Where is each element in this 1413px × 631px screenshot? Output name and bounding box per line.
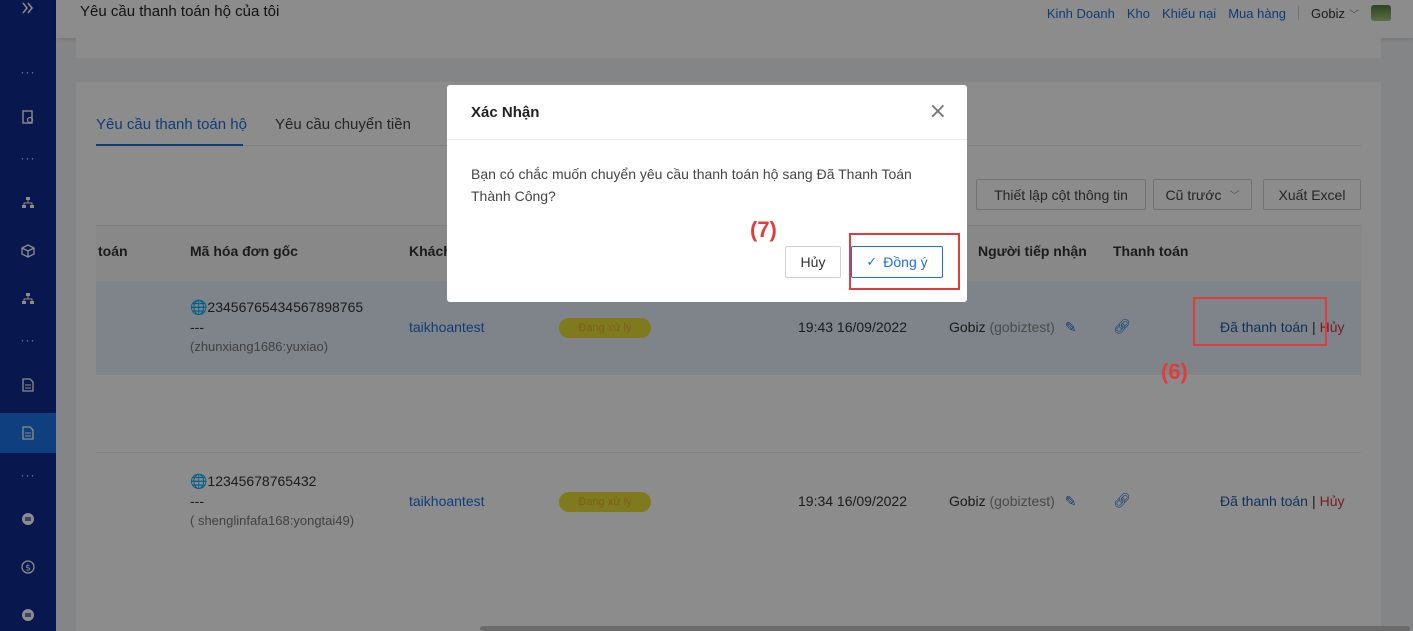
annotation-box-step6 (1193, 297, 1327, 346)
annotation-label-step6: (6) (1161, 359, 1188, 384)
close-icon[interactable]: × (929, 101, 947, 123)
annotation-label-step7: (7) (750, 217, 777, 242)
dialog-title: Xác Nhận (471, 104, 540, 121)
dialog-message: Bạn có chắc muốn chuyển yêu cầu thanh to… (471, 166, 912, 204)
dialog-cancel-button[interactable]: Hủy (785, 246, 841, 278)
divider (447, 139, 967, 140)
annotation-box-step7 (849, 233, 960, 290)
